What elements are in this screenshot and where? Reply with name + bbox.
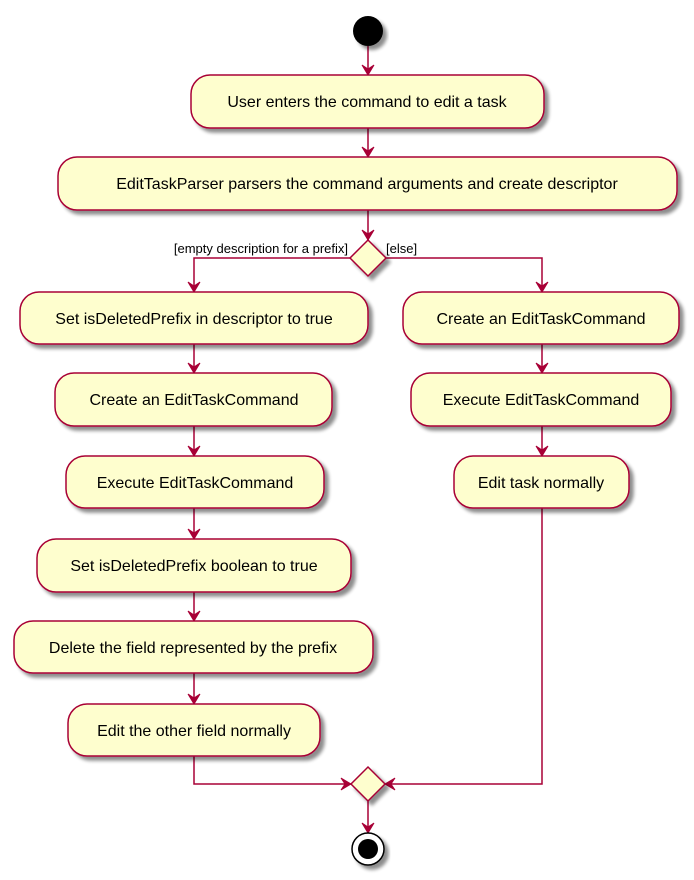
activity-label: Edit task normally <box>478 475 604 492</box>
decision-node <box>348 238 388 278</box>
end-node <box>351 832 385 866</box>
activity-label: Edit the other field normally <box>97 723 291 740</box>
guard-label-left: [empty description for a prefix] <box>174 241 348 256</box>
activity-label: Create an EditTaskCommand <box>437 311 646 328</box>
edge-decision-to-right-branch <box>386 257 543 292</box>
activity-label: EditTaskParser parsers the command argum… <box>116 176 618 193</box>
edge-decision-to-left-branch <box>193 257 350 292</box>
activity-label: Execute EditTaskCommand <box>97 475 294 492</box>
activity-label: Execute EditTaskCommand <box>443 392 640 409</box>
start-node <box>353 16 383 46</box>
activity-label: Set isDeletedPrefix in descriptor to tru… <box>55 311 333 328</box>
activity-label: Set isDeletedPrefix boolean to true <box>70 558 317 575</box>
merge-node <box>349 765 387 803</box>
activity-label: Create an EditTaskCommand <box>90 392 299 409</box>
activity-label: User enters the command to edit a task <box>227 94 507 111</box>
edge-right-to-merge <box>385 508 543 785</box>
activity-diagram: User enters the command to edit a task E… <box>13 16 680 866</box>
activity-label: Delete the field represented by the pref… <box>49 640 337 657</box>
guard-label-right: [else] <box>386 241 417 256</box>
edge-left-to-merge <box>193 756 351 785</box>
